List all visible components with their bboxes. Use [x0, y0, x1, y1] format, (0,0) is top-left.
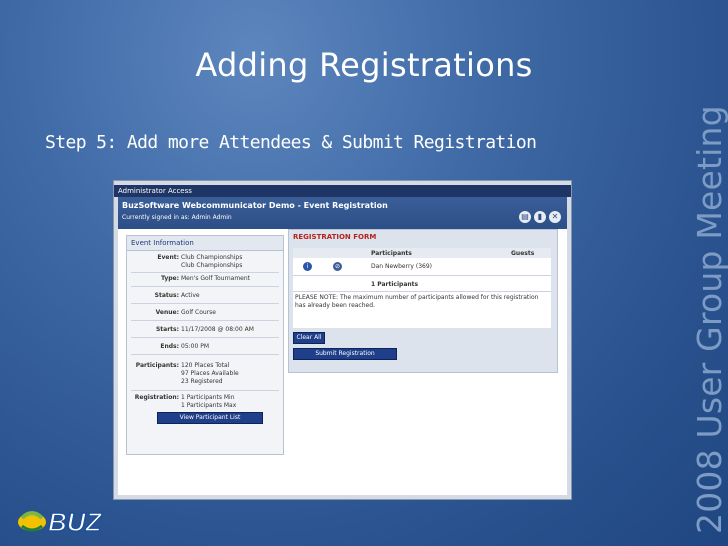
- divider: [131, 303, 279, 304]
- divider: [293, 291, 551, 292]
- logo-text: BUZ: [48, 507, 103, 537]
- divider: [131, 354, 279, 355]
- event-info-panel: Event Information Event: Club Championsh…: [126, 235, 284, 455]
- app-screenshot: Administrator Access BuzSoftware Webcomm…: [113, 180, 572, 500]
- max-participants-note: PLEASE NOTE: The maximum number of parti…: [295, 294, 539, 309]
- registration-form-heading: REGISTRATION FORM: [289, 230, 557, 244]
- registration-form-body: Participants Guests i ⊘ Dan Newberry (36…: [293, 248, 551, 328]
- divider: [293, 275, 551, 276]
- app-body: Event Information Event: Club Championsh…: [118, 229, 567, 495]
- divider: [131, 390, 279, 391]
- participants-table-header: Participants Guests: [293, 248, 551, 258]
- slide-title: Adding Registrations: [195, 46, 533, 84]
- registration-form-panel: REGISTRATION FORM Participants Guests i …: [288, 229, 558, 373]
- info-icon[interactable]: i: [303, 262, 312, 271]
- participants-column-header: Participants: [371, 250, 412, 257]
- step-heading: Step 5: Add more Attendees & Submit Regi…: [45, 132, 537, 153]
- header-icons: ▤ ▮ ✕: [516, 204, 561, 223]
- buz-logo: BUZ: [18, 506, 103, 538]
- participant-count: 1 Participants: [371, 281, 419, 288]
- admin-bar: Administrator Access: [114, 185, 571, 197]
- print-icon[interactable]: ▤: [519, 211, 531, 223]
- divider: [131, 272, 279, 273]
- view-participant-list-button[interactable]: View Participant List: [157, 412, 263, 424]
- app-header: BuzSoftware Webcommunicator Demo - Event…: [118, 197, 567, 229]
- divider: [131, 337, 279, 338]
- divider: [131, 286, 279, 287]
- submit-registration-button[interactable]: Submit Registration: [293, 348, 397, 360]
- close-icon[interactable]: ✕: [549, 211, 561, 223]
- app-title: BuzSoftware Webcommunicator Demo - Event…: [122, 201, 388, 210]
- remove-icon[interactable]: ⊘: [333, 262, 342, 271]
- divider: [131, 320, 279, 321]
- participant-name: Dan Newberry (369): [371, 263, 433, 270]
- clear-all-button[interactable]: Clear All: [293, 332, 325, 344]
- document-icon[interactable]: ▮: [534, 211, 546, 223]
- vertical-meeting-text: 2008 User Group Meeting: [690, 105, 728, 534]
- guests-column-header: Guests: [511, 250, 535, 257]
- signed-in-text: Currently signed in as: Admin Admin: [122, 214, 232, 221]
- event-info-heading: Event Information: [127, 236, 283, 251]
